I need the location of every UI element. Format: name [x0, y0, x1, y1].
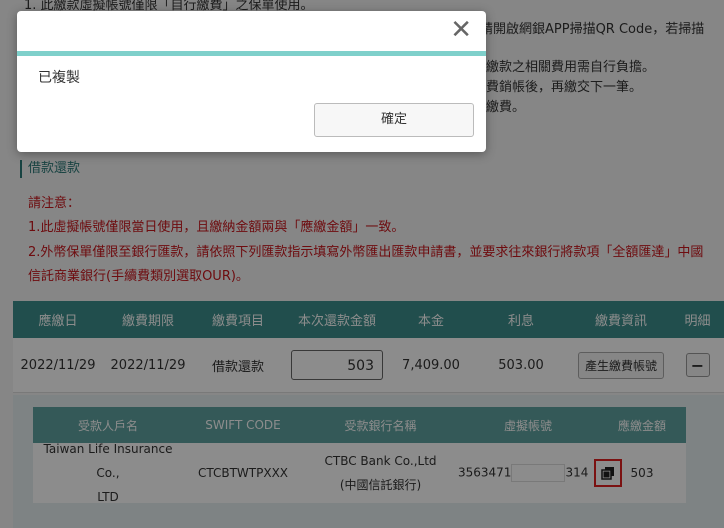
dialog-message: 已複製: [38, 70, 80, 86]
close-icon[interactable]: ✕: [450, 17, 472, 43]
dialog-accent-bar: [17, 51, 486, 56]
copied-dialog: ✕ 已複製 確定: [17, 11, 486, 152]
confirm-button[interactable]: 確定: [314, 103, 474, 137]
